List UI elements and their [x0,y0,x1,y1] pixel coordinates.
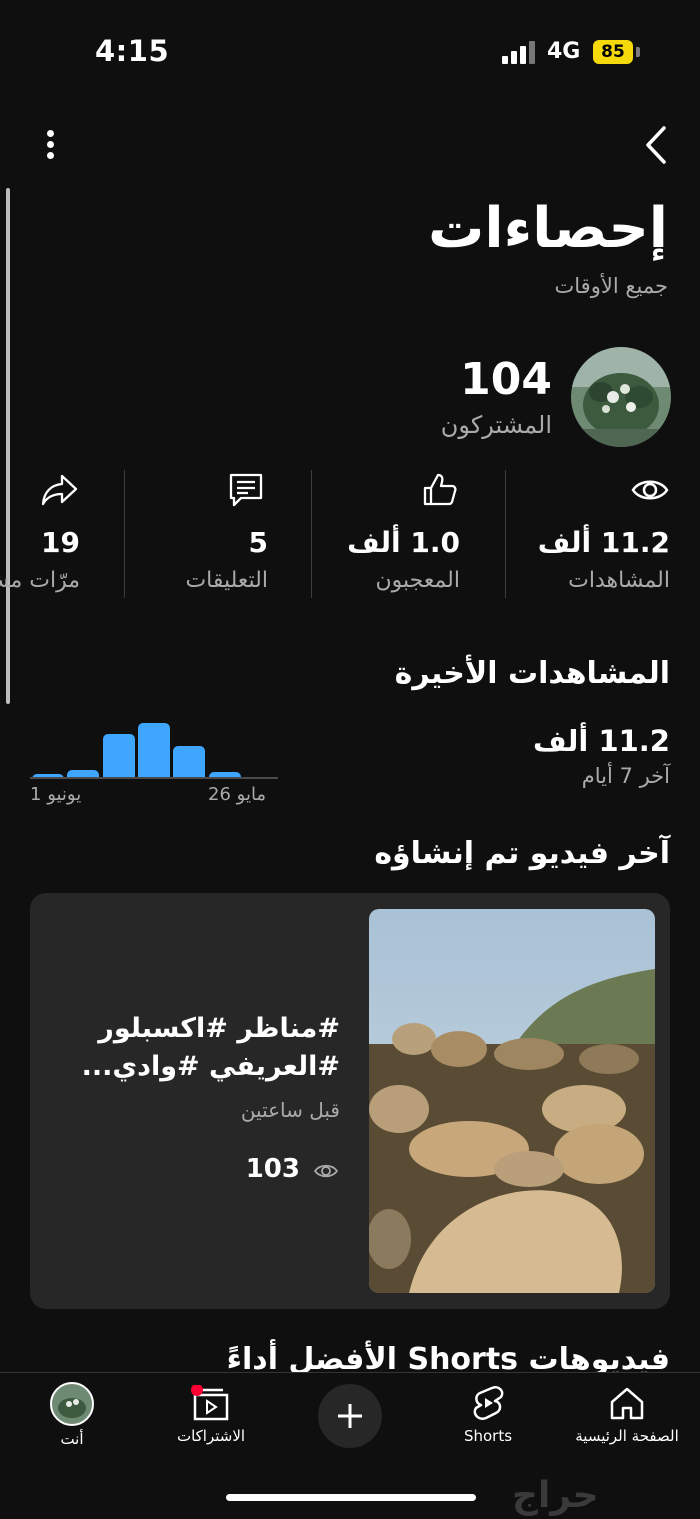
plus-icon [338,1404,362,1428]
views-label: المشاهدات [568,568,670,593]
share-icon [41,474,78,506]
home-icon [610,1387,644,1420]
network-type: 4G [547,39,581,64]
nav-subscriptions-label: الاشتراكات [176,1427,246,1445]
x-tick-label: 1 يونيو [30,784,82,805]
home-indicator[interactable] [226,1494,476,1501]
nav-shorts[interactable]: Shorts [446,1373,530,1445]
stat-divider [124,470,125,598]
chart-bar [138,723,170,779]
chart-axis [30,777,278,779]
more-options-icon[interactable] [38,126,64,162]
likes-label: المعجبون [375,568,460,593]
subscriptions-icon [191,1384,229,1421]
shorts-icon [473,1386,504,1420]
chart-bar [102,733,135,779]
eye-icon [313,1164,339,1178]
nav-you-label: أنت [60,1430,84,1448]
subscriber-count: 104 [460,354,552,405]
x-tick-label: 26 مايو [208,784,267,805]
battery-icon: 85 [593,40,633,64]
video-thumbnail[interactable] [369,909,655,1293]
latest-video-title: آخر فيديو تم إنشاؤه [374,836,670,871]
recent-views-period: آخر 7 أيام [581,764,670,788]
nav-home-label: الصفحة الرئيسية [575,1427,679,1445]
video-title-line: #مناظر #اكسبلور [98,1013,340,1044]
stat-divider [505,470,506,598]
views-value: 11.2 ألف [537,526,670,559]
recent-views-value: 11.2 ألف [532,724,670,758]
nav-shorts-label: Shorts [463,1427,513,1445]
scrollbar[interactable] [6,188,10,704]
chart-bar [173,745,206,779]
period-selector[interactable]: جميع الأوقات [555,274,668,298]
comment-icon [229,473,263,507]
signal-icon [502,40,536,64]
nav-subscriptions[interactable]: الاشتراكات [168,1373,254,1445]
shares-label: مرّات مش [0,568,80,593]
create-button[interactable] [318,1384,382,1448]
watermark-logo: حراج [512,1475,599,1516]
likes-value: 1.0 ألف [347,526,460,559]
shares-value: 19 [41,526,80,559]
recent-views-title: المشاهدات الأخيرة [394,656,670,691]
recent-views-chart[interactable] [30,705,278,779]
battery-cap [636,47,640,57]
video-views: 103 [245,1154,300,1184]
comments-label: التعليقات [185,568,268,593]
comments-value: 5 [248,526,268,559]
thumbs-up-icon [423,473,457,506]
subscribers-label: المشتركون [440,411,552,439]
nav-you[interactable]: أنت [44,1373,100,1448]
video-title-line: #العريفي #وادي... [81,1051,340,1082]
back-arrow-icon[interactable] [640,124,676,166]
channel-avatar[interactable] [571,347,671,447]
avatar [50,1382,94,1426]
stat-divider [311,470,312,598]
video-title[interactable]: #مناظر #اكسبلور #العريفي #وادي... [50,1010,340,1086]
page-title: إحصاءات [428,196,668,261]
status-time: 4:15 [95,34,170,68]
video-time: قبل ساعتين [240,1098,340,1122]
nav-home[interactable]: الصفحة الرئيسية [568,1373,686,1445]
eye-icon [631,480,669,500]
